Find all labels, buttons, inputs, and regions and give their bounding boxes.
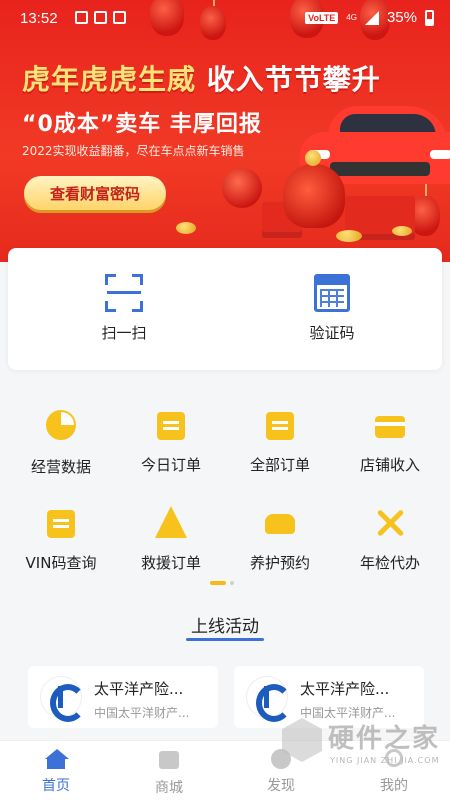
store-income-button[interactable]: 店铺收入	[334, 408, 446, 475]
section-underline	[186, 638, 264, 641]
banner-caption: 2022实现收益翻番，尽在车点点新车销售	[22, 144, 245, 158]
pie-chart-icon	[44, 410, 78, 444]
shopping-bag-icon	[158, 751, 180, 771]
nav-mall[interactable]: 商城	[129, 749, 209, 797]
function-label: 店铺收入	[359, 456, 420, 474]
coin-decoration	[336, 230, 362, 242]
nav-label: 商城	[155, 780, 183, 796]
image-icon	[113, 11, 126, 24]
home-icon	[45, 749, 69, 769]
pacific-insurance-logo-icon	[40, 676, 86, 722]
volte-badge: VoLTE	[305, 11, 339, 24]
vin-query-button[interactable]: VIN码查询	[5, 506, 117, 573]
car-icon	[263, 506, 297, 540]
business-data-button[interactable]: 经营数据	[5, 408, 117, 477]
cone-icon	[154, 506, 188, 540]
status-time: 13:52	[20, 10, 58, 27]
maintenance-booking-button[interactable]: 养护预约	[224, 506, 336, 573]
ball-decoration	[222, 168, 262, 208]
watermark: 硬件之家 YING JIAN ZHI JIA.COM	[282, 716, 442, 776]
battery-icon	[425, 9, 434, 26]
nav-label: 我的	[380, 778, 408, 794]
clipboard-icon	[263, 408, 297, 442]
activity-desc: 中国太平洋财产...	[94, 706, 190, 720]
coin-decoration	[392, 226, 412, 236]
activity-name: 太平洋产险...	[94, 680, 184, 698]
function-label: 经营数据	[30, 458, 91, 476]
signal-icon	[364, 10, 379, 25]
function-label: 救援订单	[140, 554, 201, 572]
section-title: 上线活动	[191, 617, 259, 637]
banner-subheadline: “0成本”卖车 丰厚回报	[22, 112, 262, 137]
verification-code-button[interactable]: 验证码	[272, 274, 392, 343]
activity-card[interactable]: 太平洋产险... 中国太平洋财产...	[28, 666, 218, 728]
banner-headline: 虎年虎虎生威 收入节节攀升	[22, 58, 381, 98]
wealth-code-button[interactable]: 查看财富密码	[24, 176, 166, 210]
tools-icon	[373, 506, 407, 540]
verification-code-label: 验证码	[309, 324, 355, 342]
page-indicator	[210, 581, 234, 585]
notification-icons	[75, 11, 126, 24]
banner-headline-part1: 虎年虎虎生威	[22, 63, 207, 96]
battery-percent: 35%	[386, 9, 417, 26]
activity-name: 太平洋产险...	[300, 680, 390, 698]
all-orders-button[interactable]: 全部订单	[224, 408, 336, 475]
notification-icon	[75, 11, 88, 24]
function-label: 今日订单	[140, 456, 201, 474]
scan-icon	[105, 274, 143, 312]
function-label: 年检代办	[359, 554, 420, 572]
rescue-orders-button[interactable]: 救援订单	[115, 506, 227, 573]
scan-button[interactable]: 扫一扫	[64, 274, 184, 343]
watermark-title: 硬件之家	[328, 724, 441, 754]
quick-actions-card: 扫一扫 验证码	[8, 248, 442, 370]
function-label: VIN码查询	[25, 554, 97, 572]
today-orders-button[interactable]: 今日订单	[115, 408, 227, 475]
nav-label: 首页	[42, 778, 70, 794]
card-icon	[373, 408, 407, 442]
calculator-icon	[314, 274, 350, 312]
promo-banner[interactable]: 13:52 VoLTE 4G 35% 虎年虎虎生威 收入节节攀升 “0成本”卖车…	[0, 0, 450, 262]
function-label: 全部订单	[249, 456, 310, 474]
box-icon	[44, 506, 78, 540]
nav-home[interactable]: 首页	[16, 749, 96, 795]
function-grid: 经营数据 今日订单 全部订单 店铺收入 VIN码查询 救援订单 养护预约 年检代…	[0, 390, 450, 590]
nav-label: 发现	[267, 778, 295, 794]
coin-decoration	[176, 222, 196, 234]
money-bag-illustration	[283, 164, 345, 228]
coin-decoration	[305, 150, 321, 166]
network-label: 4G	[346, 13, 357, 22]
annual-inspection-button[interactable]: 年检代办	[334, 506, 446, 573]
pacific-insurance-logo-icon	[246, 676, 292, 722]
notification-icon	[94, 11, 107, 24]
status-right: VoLTE 4G 35%	[305, 9, 434, 26]
scan-label: 扫一扫	[101, 324, 147, 342]
function-label: 养护预约	[249, 554, 310, 572]
watermark-logo-icon	[282, 718, 322, 762]
page-dot-active	[210, 581, 226, 585]
status-bar: 13:52 VoLTE 4G 35%	[0, 0, 450, 36]
page-dot	[230, 581, 234, 585]
watermark-subtitle: YING JIAN ZHI JIA.COM	[330, 756, 440, 765]
calendar-icon	[154, 408, 188, 442]
banner-headline-part2: 收入节节攀升	[206, 63, 381, 96]
